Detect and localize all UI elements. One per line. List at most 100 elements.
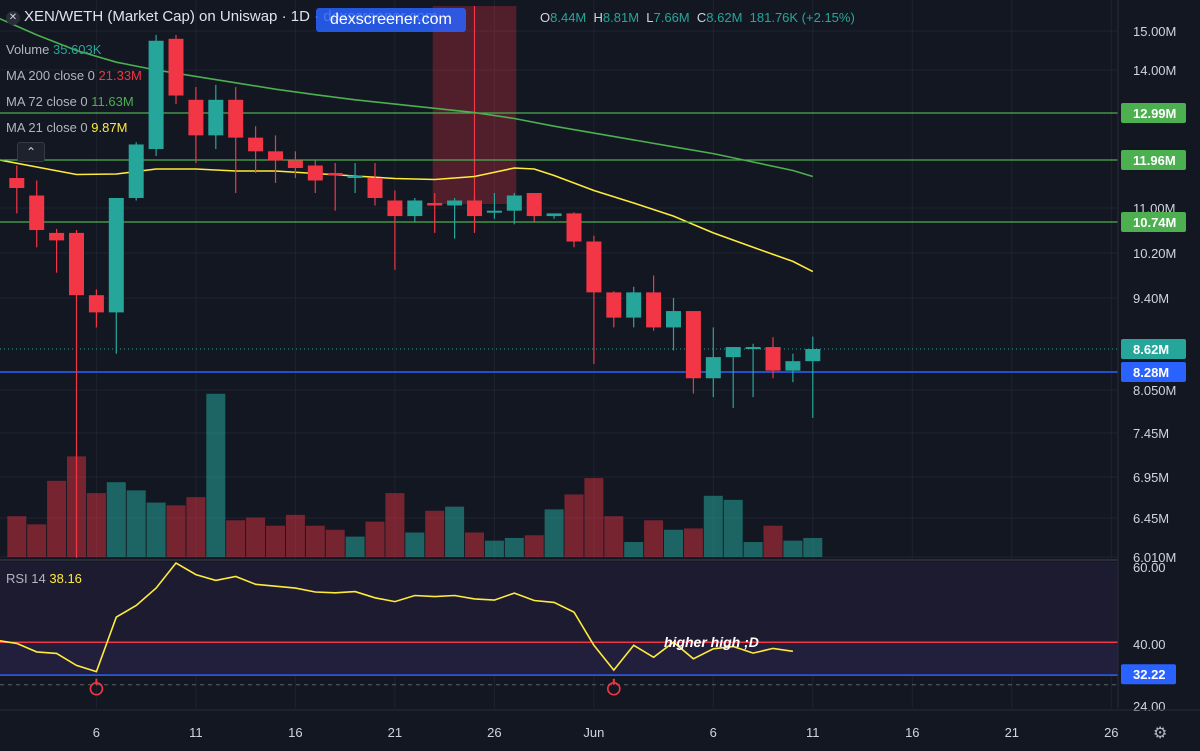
volume-bar (186, 497, 206, 557)
candle-body (387, 200, 403, 217)
price-label: 8.62M (1133, 342, 1169, 357)
legend-volume[interactable]: Volume 35.603K (6, 42, 101, 57)
volume-bar (703, 495, 723, 557)
volume-bar (325, 529, 345, 557)
price-label: 11.96M (1133, 153, 1176, 168)
time-tick-label: 11 (806, 725, 820, 740)
candle-body (168, 38, 184, 96)
chart-canvas[interactable]: higher high ;D15.00M14.00M11.00M10.20M9.… (0, 0, 1200, 751)
annotation-text: higher high ;D (664, 634, 759, 650)
time-tick-label: Jun (583, 725, 604, 740)
candle-body (69, 232, 84, 296)
volume-bar (285, 514, 305, 557)
volume-bar (226, 520, 246, 557)
price-tick-label: 8.050M (1133, 383, 1176, 398)
volume-bar (544, 509, 564, 557)
price-label: 8.28M (1133, 365, 1169, 380)
price-tick-label: 9.40M (1133, 291, 1169, 306)
volume-bar (425, 510, 445, 557)
candle-body (566, 213, 582, 242)
price-tick-label: 14.00M (1133, 63, 1176, 78)
time-tick-label: 21 (1005, 725, 1019, 740)
candle-body (29, 195, 45, 231)
volume-bar (644, 520, 664, 557)
price-tick-label: 15.00M (1133, 24, 1176, 39)
legend-ma21[interactable]: MA 21 close 0 9.87M (6, 120, 127, 135)
candle-body (407, 200, 423, 217)
volume-bar (723, 499, 743, 557)
candle-body (805, 349, 821, 362)
volume-bar (47, 480, 67, 557)
candle-body (427, 203, 443, 206)
watermark: dexscreener.com (316, 8, 466, 32)
price-tick-label: 6.95M (1133, 470, 1169, 485)
candle-body (128, 144, 144, 198)
rsi-last-label: 32.22 (1133, 667, 1166, 682)
time-tick-label: 26 (1104, 725, 1118, 740)
candle-body (148, 40, 164, 150)
candle-body (347, 175, 363, 178)
candle-body (467, 200, 482, 217)
candle-body (586, 241, 602, 293)
volume-bar (783, 540, 803, 557)
candle-body (9, 178, 25, 188)
rsi-band (0, 642, 1118, 676)
volume-bar (106, 482, 126, 557)
volume-bar (365, 521, 385, 557)
legend-ma72-value: 11.63M (91, 94, 134, 109)
volume-bar (405, 532, 425, 557)
volume-bar (246, 517, 266, 557)
volume-bar (86, 493, 106, 557)
candle-body (88, 295, 104, 313)
candle-body (208, 99, 224, 136)
candle-body (486, 210, 502, 213)
candle-body (307, 165, 323, 181)
candle-body (606, 292, 622, 318)
legend-ma200-value: 21.33M (98, 68, 142, 83)
volume-bar (445, 506, 465, 557)
price-tick-label: 10.20M (1133, 246, 1176, 261)
volume-bar (683, 528, 703, 557)
legend-ma72[interactable]: MA 72 close 0 11.63M (6, 94, 134, 109)
time-tick-label: 11 (189, 725, 203, 740)
volume-bar (126, 490, 146, 557)
volume-bar (484, 540, 504, 557)
candle-body (626, 292, 642, 318)
candle-body (745, 347, 761, 350)
candle-body (785, 361, 801, 371)
candle-body (367, 178, 383, 198)
rsi-tick-label: 40.00 (1133, 637, 1166, 652)
close-icon[interactable]: ✕ (6, 11, 20, 25)
price-label: 12.99M (1133, 106, 1176, 121)
candle-body (666, 311, 681, 328)
volume-bar (146, 502, 166, 557)
price-tick-label: 7.45M (1133, 426, 1169, 441)
candle-body (765, 347, 781, 371)
volume-bar (465, 532, 484, 557)
volume-bar (166, 505, 186, 557)
volume-bar (206, 393, 226, 557)
ohlc-high: 8.81M (602, 10, 640, 25)
volume-bar (385, 493, 405, 557)
volume-bar (524, 535, 544, 557)
volume-bar (7, 516, 27, 557)
ohlc-change: 181.76K (+2.15%) (749, 10, 855, 25)
candle-body (49, 232, 65, 241)
candle-body (646, 292, 662, 328)
ohlc-close: 8.62M (706, 10, 743, 25)
time-tick-label: 26 (487, 725, 501, 740)
chevron-up-icon[interactable]: ⌃ (17, 142, 45, 162)
time-tick-label: 16 (905, 725, 919, 740)
time-tick-label: 6 (710, 725, 717, 740)
ohlc-open: 8.44M (550, 10, 587, 25)
time-tick-label: 6 (93, 725, 100, 740)
candle-body (327, 173, 343, 176)
volume-bar (27, 524, 47, 557)
ohlc-readout: O8.44M H8.81M L7.66M C8.62M 181.76K (+2.… (540, 10, 855, 25)
gear-icon[interactable]: ⚙ (1153, 723, 1167, 743)
candle-body (287, 160, 303, 168)
legend-rsi[interactable]: RSI 14 38.16 (6, 571, 82, 586)
candle-body (188, 99, 204, 136)
candle-body (248, 137, 264, 152)
legend-ma200[interactable]: MA 200 close 0 21.33M (6, 68, 142, 83)
